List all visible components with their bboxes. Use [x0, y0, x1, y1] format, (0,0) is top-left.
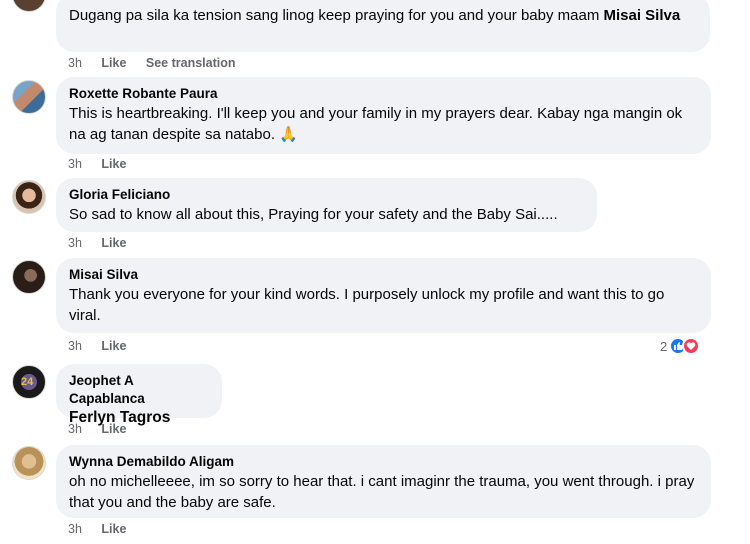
comment-author-link[interactable]: Wynna Demabildo Aligam — [69, 453, 699, 471]
comment-author-link[interactable]: Misai Silva — [69, 266, 699, 284]
comment-timestamp[interactable]: 3h — [68, 422, 82, 436]
like-button[interactable]: Like — [101, 339, 126, 353]
avatar[interactable] — [12, 180, 46, 214]
comment-bubble: Gloria Feliciano So sad to know all abou… — [56, 178, 597, 232]
reaction-count: 2 — [660, 338, 668, 354]
avatar[interactable] — [12, 0, 46, 12]
like-button[interactable]: Like — [101, 236, 126, 250]
avatar[interactable] — [12, 80, 46, 114]
like-button[interactable]: Like — [101, 422, 126, 436]
comment-bubble: Wynna Demabildo Aligam oh no michelleeee… — [56, 445, 711, 518]
comment-timestamp[interactable]: 3h — [68, 236, 82, 250]
avatar[interactable]: 24 — [12, 365, 46, 399]
comments-section: Dugang pa sila ka tension sang linog kee… — [0, 0, 750, 544]
comment-bubble: Jeophet A Capablanca Ferlyn Tagros — [56, 364, 222, 426]
comment-timestamp[interactable]: 3h — [68, 339, 82, 353]
comment-text: oh no michelleeee, im so sorry to hear t… — [69, 473, 695, 511]
comment-actions: 3h Like — [68, 521, 142, 537]
comment-timestamp[interactable]: 3h — [68, 56, 82, 70]
comment-actions: 3h Like — [68, 421, 142, 437]
comment-author-link[interactable]: Gloria Feliciano — [69, 186, 585, 204]
love-reaction-icon — [682, 337, 701, 355]
avatar[interactable] — [12, 260, 46, 294]
like-button[interactable]: Like — [101, 522, 126, 536]
comment-bubble: Roxette Robante Paura This is heartbreak… — [56, 77, 711, 154]
like-button[interactable]: Like — [101, 56, 126, 70]
comment-timestamp[interactable]: 3h — [68, 522, 82, 536]
avatar-jersey-number: 24 — [21, 376, 34, 388]
comment-actions: 3h Like — [68, 338, 142, 354]
comment-actions: 3h Like — [68, 235, 142, 251]
comment-actions: 3h Like — [68, 156, 142, 172]
avatar[interactable] — [12, 446, 46, 480]
reaction-summary[interactable]: 2 — [660, 337, 701, 355]
comment-text: So sad to know all about this, Praying f… — [69, 206, 558, 223]
comment-bubble: Dugang pa sila ka tension sang linog kee… — [56, 0, 710, 52]
comment-text: Thank you everyone for your kind words. … — [69, 286, 665, 324]
comment-text: This is heartbreaking. I'll keep you and… — [69, 105, 683, 143]
comment-author-link[interactable]: Jeophet A Capablanca — [69, 372, 210, 408]
comment-bubble: Misai Silva Thank you everyone for your … — [56, 258, 711, 333]
comment-actions: 3h Like See translation — [68, 55, 252, 71]
comment-text: Dugang pa sila ka tension sang linog kee… — [69, 7, 681, 24]
like-button[interactable]: Like — [101, 157, 126, 171]
see-translation-link[interactable]: See translation — [146, 56, 236, 70]
comment-timestamp[interactable]: 3h — [68, 157, 82, 171]
mentioned-user-link[interactable]: Misai Silva — [604, 7, 681, 24]
comment-author-link[interactable]: Roxette Robante Paura — [69, 85, 699, 103]
